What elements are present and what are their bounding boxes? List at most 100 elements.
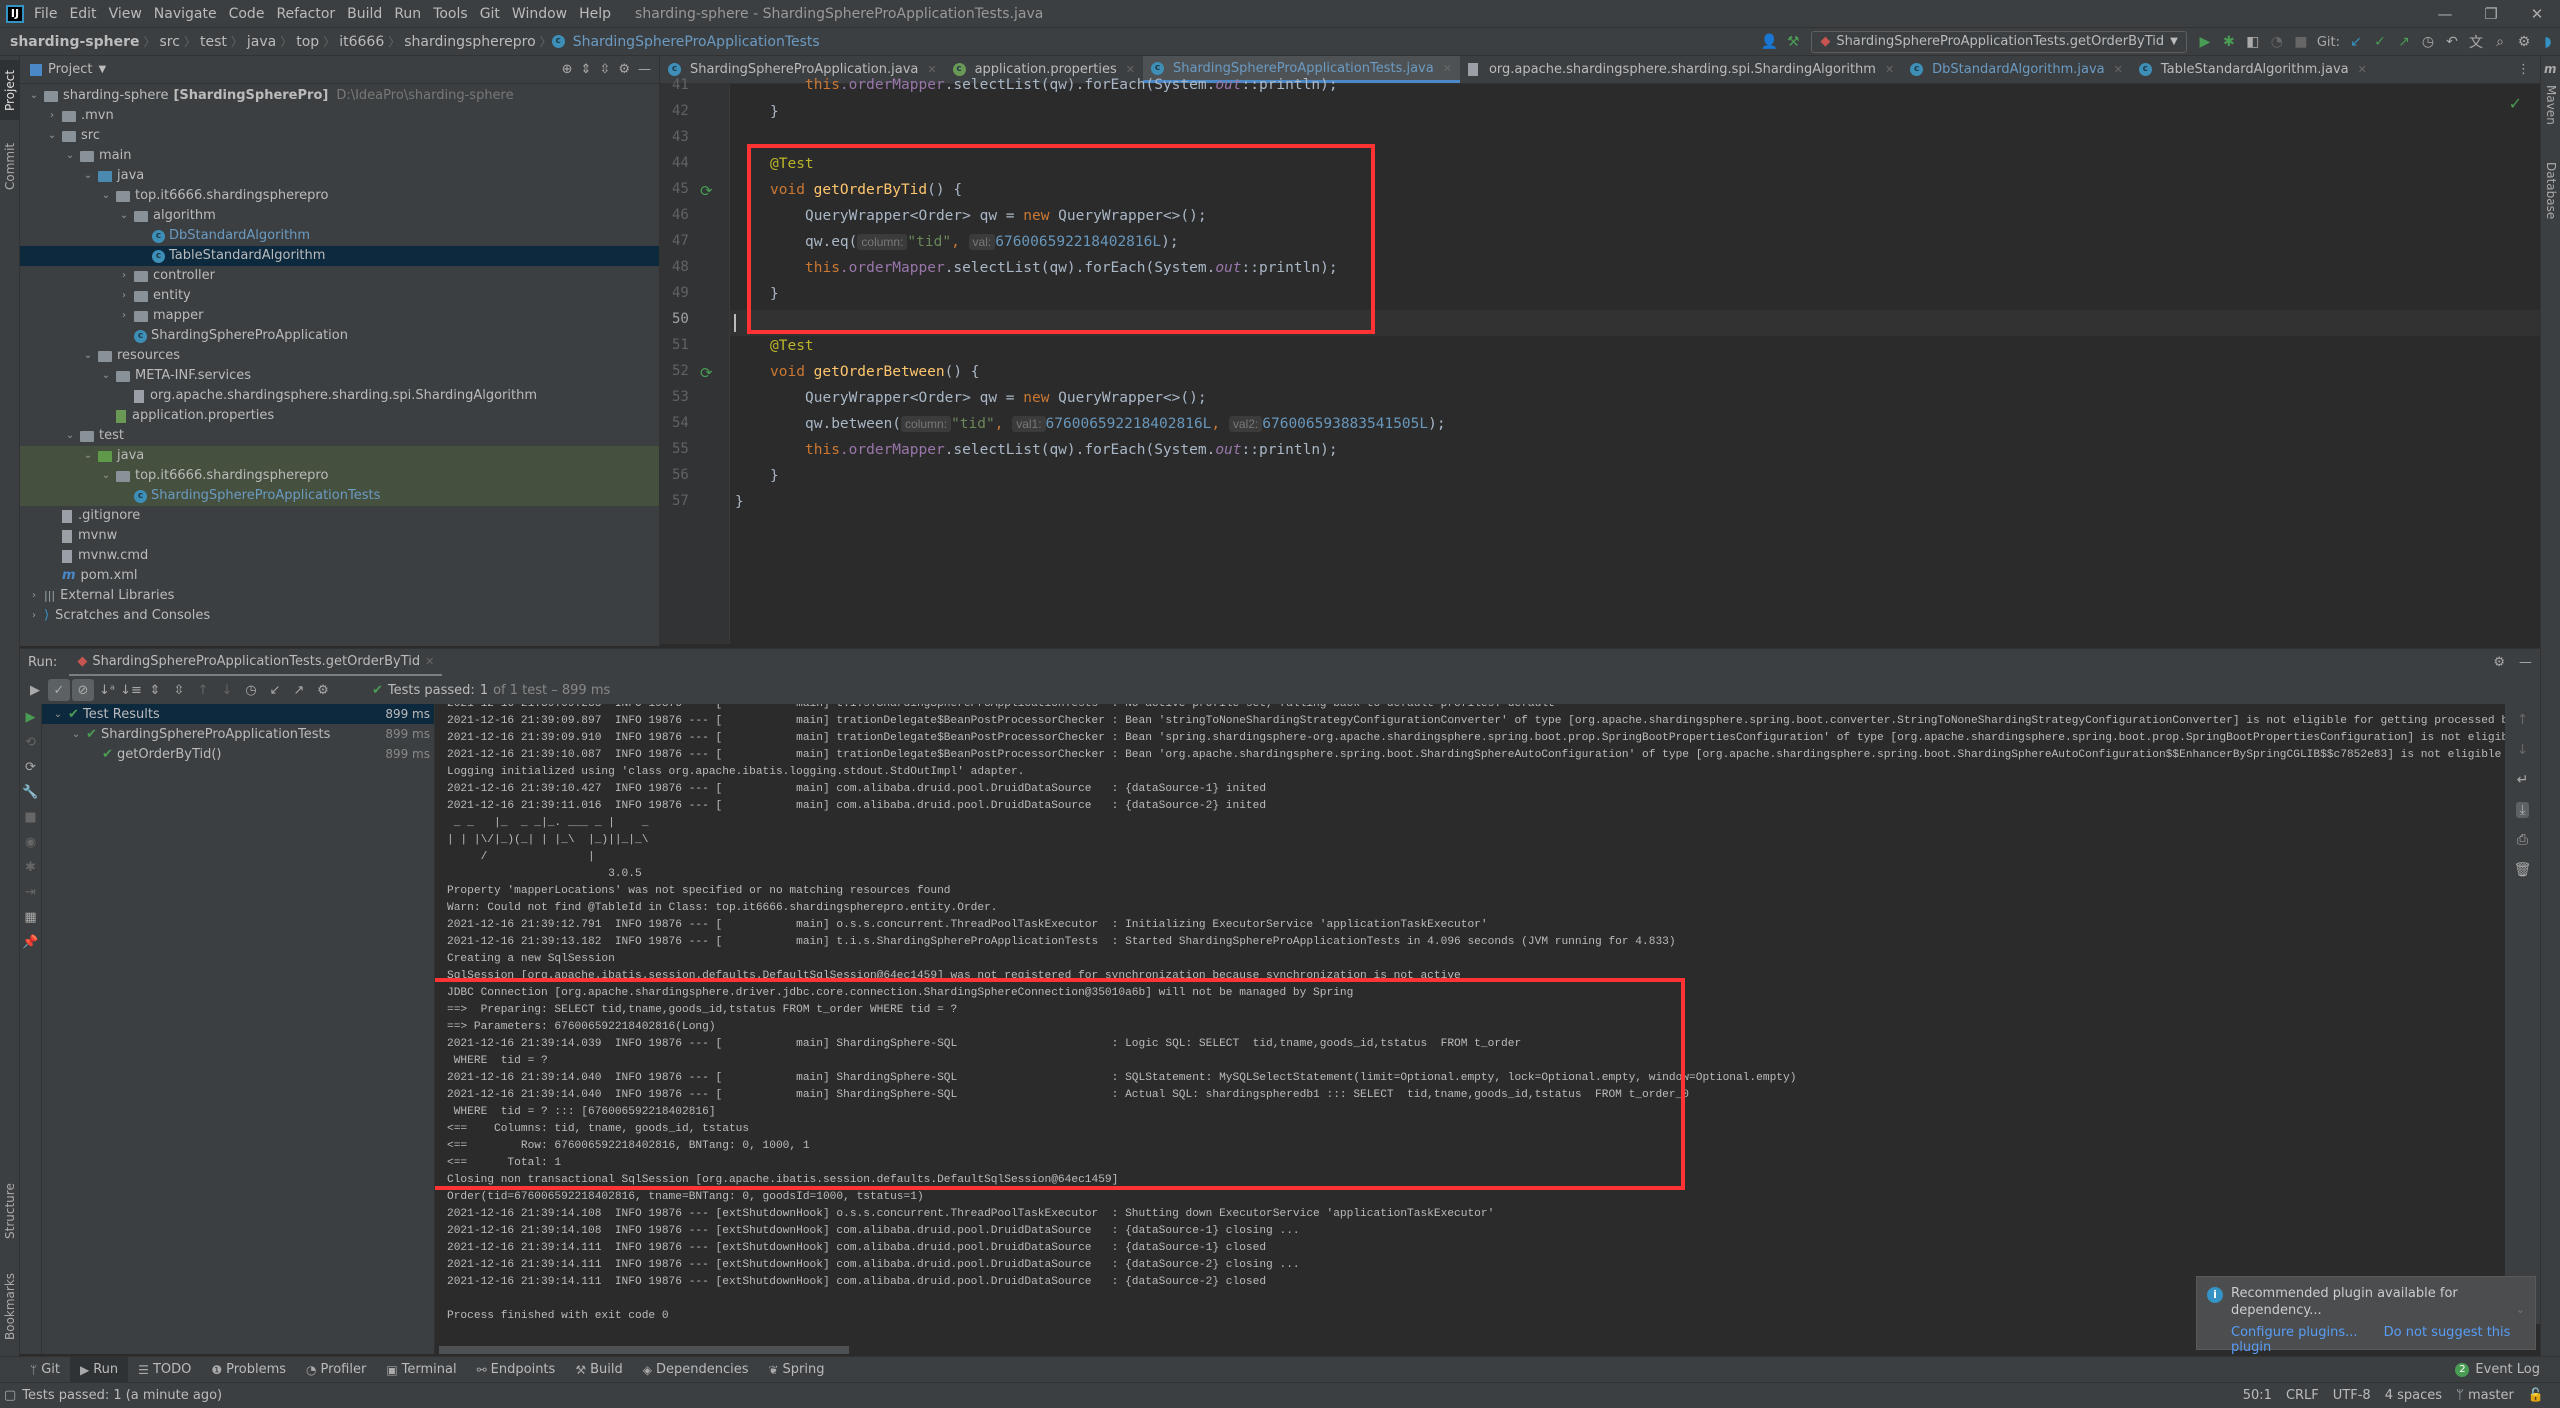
chevron-down-icon[interactable]: ⌄ [28,86,40,106]
close-tab-icon[interactable]: ✕ [1443,62,1452,75]
project-tree-node[interactable]: ⌄ META-INF.services [20,366,659,386]
tool-window-terminal[interactable]: ▣ Terminal [376,1357,466,1383]
arrow-up-icon[interactable]: ↑ [2517,712,2529,728]
project-tree-node[interactable]: mvnw.cmd [20,546,659,566]
editor-tab[interactable]: c TableStandardAlgorithm.java ✕ [2131,56,2375,83]
chevron-down-icon[interactable]: ⌄ [118,206,130,226]
breadcrumb-item[interactable]: ShardingSphereProApplicationTests [569,34,824,50]
git-branch-widget[interactable]: ᛘ master [2456,1388,2514,1403]
project-tree-node[interactable]: org.apache.shardingsphere.sharding.spi.S… [20,386,659,406]
build-hammer-icon[interactable]: ⚒ [1781,31,1805,53]
menu-item-navigate[interactable]: Navigate [154,6,217,22]
breadcrumb-item[interactable]: src [156,34,184,50]
project-tree-node[interactable]: c TableStandardAlgorithm [20,246,659,266]
previous-failed-icon[interactable]: ↑ [192,679,214,701]
minimize-icon[interactable]: — [2422,0,2468,28]
menu-item-window[interactable]: Window [512,6,567,22]
breadcrumb-item[interactable]: top [292,34,323,50]
menu-item-file[interactable]: File [34,6,57,22]
chevron-right-icon[interactable]: › [46,106,58,126]
project-tree-node[interactable]: ⌄ main [20,146,659,166]
show-passed-icon[interactable]: ✓ [48,679,70,701]
rerun-icon[interactable]: ▶ [24,679,46,701]
close-tab-icon[interactable]: ✕ [1126,63,1135,76]
run-icon[interactable]: ▶ [2193,31,2217,53]
code-with-me-icon[interactable]: ◗ [2536,31,2560,53]
project-tree-node[interactable]: m pom.xml [20,566,659,586]
chevron-down-icon[interactable]: ⌄ [100,186,112,206]
tool-tab-bookmarks[interactable]: Bookmarks [0,1266,20,1346]
next-failed-icon[interactable]: ↓ [216,679,238,701]
chevron-down-icon[interactable]: ⌄ [82,346,94,366]
chevron-right-icon[interactable]: › [118,306,130,326]
project-tree-node[interactable]: ⌄ src [20,126,659,146]
gear-icon[interactable]: ⚙ [618,62,630,77]
rollback-icon[interactable]: ↶ [2440,31,2464,53]
sort-by-duration-icon[interactable]: ↓≡ [120,679,142,701]
menu-item-git[interactable]: Git [480,6,500,22]
project-view-select[interactable]: Project [48,62,92,77]
chevron-down-icon[interactable]: ⌄ [64,426,76,446]
collapse-all-icon[interactable]: ⇳ [599,62,610,77]
tool-window-dependencies[interactable]: ◈ Dependencies [633,1357,759,1383]
no-problems-check-icon[interactable]: ✓ [2509,94,2522,113]
tool-tab-database[interactable]: Database [2541,151,2560,231]
chevron-right-icon[interactable]: › [28,606,40,626]
collapse-all-icon[interactable]: ⇳ [168,679,190,701]
indent-setting[interactable]: 4 spaces [2385,1388,2442,1403]
breadcrumb-item[interactable]: it6666 [335,34,388,50]
project-tree-node[interactable]: c ShardingSphereProApplicationTests [20,486,659,506]
sort-alphabetically-icon[interactable]: ↓ᵃ [96,679,118,701]
tool-window-run[interactable]: ▶ Run [70,1356,129,1383]
chevron-down-icon[interactable]: ⌄ [82,166,94,186]
gear-icon[interactable]: ⚙ [2493,655,2505,670]
rerun-icon[interactable]: ▶ [26,710,36,725]
stop-icon[interactable]: ■ [24,810,36,825]
tool-window-problems[interactable]: ❶ Problems [201,1357,296,1383]
translate-icon[interactable]: 文 [2464,31,2488,53]
chevron-down-icon[interactable]: ⌄ [64,146,76,166]
project-tree-node[interactable]: c ShardingSphereProApplication [20,326,659,346]
debug-icon[interactable]: ✱ [2217,31,2241,53]
close-tab-icon[interactable]: ✕ [1885,63,1894,76]
gear-icon[interactable]: ⚙ [312,679,334,701]
test-tree-row[interactable]: ✔ getOrderByTid() 899 ms [42,744,434,764]
project-tree-node[interactable]: ⌄ top.it6666.shardingspherepro [20,186,659,206]
project-tree-node[interactable]: ⌄ test [20,426,659,446]
project-tree-node[interactable]: › ||| External Libraries [20,586,659,606]
git-push-icon[interactable]: ↗ [2392,31,2416,53]
run-test-gutter-icon[interactable]: ⟳ [700,182,713,200]
tool-window-endpoints[interactable]: ⚯ Endpoints [467,1357,566,1383]
line-separator[interactable]: CRLF [2286,1388,2319,1403]
chevron-down-icon[interactable]: ⌄ [100,466,112,486]
project-tree-node[interactable]: ⌄ top.it6666.shardingspherepro [20,466,659,486]
file-encoding[interactable]: UTF-8 [2333,1388,2371,1403]
test-history-icon[interactable]: ◷ [240,679,262,701]
menu-item-help[interactable]: Help [579,6,611,22]
menu-item-run[interactable]: Run [394,6,421,22]
rerun-failed-icon[interactable]: ⟲ [25,735,36,750]
hide-panel-icon[interactable]: — [2519,655,2532,670]
tool-tab-structure[interactable]: Structure [0,1176,20,1246]
editor-tab[interactable]: c DbStandardAlgorithm.java ✕ [1902,56,2131,83]
chevron-down-icon[interactable]: ▼ [98,64,106,75]
chevron-down-icon[interactable]: ⌄ [100,366,112,386]
tool-window-git[interactable]: ᛘ Git [20,1357,70,1383]
editor-tab[interactable]: org.apache.shardingsphere.sharding.spi.S… [1460,56,1902,83]
project-tree-node[interactable]: ⌄ resources [20,346,659,366]
menu-item-build[interactable]: Build [347,6,382,22]
close-tab-icon[interactable]: ✕ [927,63,936,76]
close-tab-icon[interactable]: ✕ [2358,63,2367,76]
soft-wrap-icon[interactable]: ↵ [2517,772,2529,788]
chevron-down-icon[interactable]: ⌄ [2516,1303,2525,1316]
test-tree-row[interactable]: ⌄ ✔ ShardingSphereProApplicationTests 89… [42,724,434,744]
git-commit-icon[interactable]: ✓ [2368,31,2392,53]
chevron-right-icon[interactable]: › [118,266,130,286]
expand-all-icon[interactable]: ⇕ [144,679,166,701]
user-icon[interactable]: 👤 [1757,31,1781,53]
project-tree-node[interactable]: application.properties [20,406,659,426]
project-tree-node[interactable]: › mapper [20,306,659,326]
breadcrumb-item[interactable]: shardingspherepro [400,34,539,50]
profile-icon[interactable]: ◔ [2265,31,2289,53]
project-tree-node[interactable]: c DbStandardAlgorithm [20,226,659,246]
